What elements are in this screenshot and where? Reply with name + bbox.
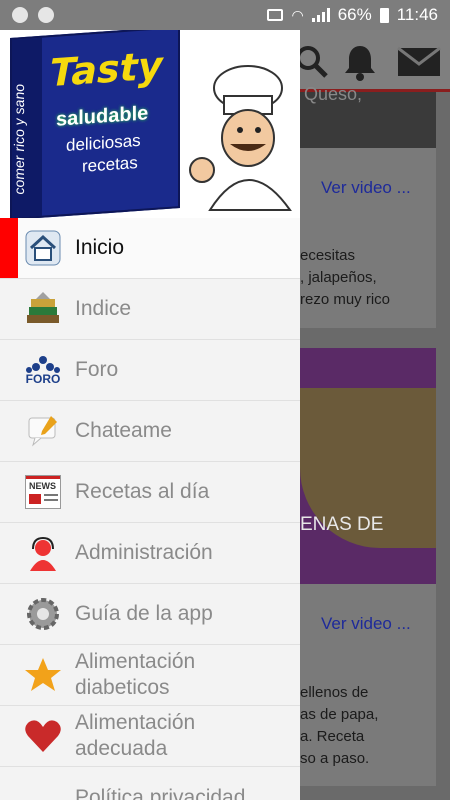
menu-item-chateame[interactable]: Chateame	[0, 401, 300, 462]
support-icon	[24, 534, 62, 572]
card2-text: ellenos de as de papa, a. Receta so a pa…	[300, 684, 379, 767]
menu-item-inicio[interactable]: Inicio	[0, 218, 300, 279]
menu-item-foro[interactable]: FORO Foro	[0, 340, 300, 401]
menu-label-alimentacion-adecuada: Alimentación adecuada	[75, 711, 196, 760]
bell-icon[interactable]	[340, 42, 380, 82]
menu-item-alimentacion-diabeticos[interactable]: Alimentación diabeticos	[0, 645, 300, 706]
menu-label-foro: Foro	[75, 358, 119, 381]
card1-title-fragment: Queso,	[304, 84, 363, 104]
menu-label-guia-app: Guía de la app	[75, 602, 213, 625]
gear-icon	[24, 595, 62, 633]
menu-label-chateame: Chateame	[75, 419, 172, 442]
menu-item-indice[interactable]: Indice	[0, 279, 300, 340]
card2-title-fragment: ENAS DE	[300, 514, 384, 535]
video-link-1[interactable]: Ver video ...	[321, 178, 411, 198]
signal-icon	[311, 8, 330, 22]
menu-label-recetas-al-dia: Recetas al día	[75, 480, 210, 503]
forum-icon: FORO	[24, 351, 62, 389]
cookbook-logo: comer rico y sano Tasty saludable delici…	[10, 30, 180, 218]
navigation-drawer: comer rico y sano Tasty saludable delici…	[0, 30, 300, 800]
chat-icon	[24, 412, 62, 450]
battery-percent: 66%	[337, 5, 372, 24]
heart-icon	[24, 717, 62, 755]
battery-icon	[379, 7, 389, 23]
menu-item-guia-app[interactable]: Guía de la app	[0, 584, 300, 645]
active-indicator	[0, 218, 18, 278]
news-icon: NEWS	[24, 473, 62, 511]
star-icon	[24, 656, 62, 694]
menu-item-administracion[interactable]: Administración	[0, 523, 300, 584]
menu-label-inicio: Inicio	[75, 236, 125, 259]
mail-icon[interactable]	[396, 42, 442, 82]
clock: 11:46	[396, 5, 438, 24]
books-icon	[24, 290, 62, 328]
menu-item-recetas-al-dia[interactable]: NEWS Recetas al día	[0, 462, 300, 523]
menu-item-politica-privacidad[interactable]: Política privacidad	[0, 767, 300, 800]
menu-label-politica-privacidad: Política privacidad	[75, 786, 246, 800]
drawer-header: comer rico y sano Tasty saludable delici…	[0, 30, 300, 218]
video-link-2[interactable]: Ver video ...	[321, 614, 411, 634]
drawer-menu: Inicio Indice FORO Foro Chateame NEWS Re…	[0, 218, 300, 800]
video-thumbnail-1[interactable]: Queso,	[300, 84, 436, 148]
home-icon	[24, 229, 62, 267]
menu-label-alimentacion-diabeticos: Alimentación diabeticos	[75, 650, 196, 699]
menu-label-indice: Indice	[75, 297, 132, 320]
wifi-icon: ◠	[291, 6, 304, 23]
cast-icon	[267, 9, 284, 21]
chef-illustration	[189, 65, 292, 211]
card1-text: ecesitas , jalapeños, rezo muy rico	[300, 247, 391, 308]
app-bar	[296, 30, 450, 92]
status-bar: ◠ 66% 11:46	[0, 0, 450, 30]
app-notification-icon-2	[38, 7, 54, 23]
app-notification-icon	[12, 7, 28, 23]
menu-item-alimentacion-adecuada[interactable]: Alimentación adecuada	[0, 706, 300, 767]
video-thumbnail-2[interactable]: ENAS DE	[300, 348, 436, 584]
menu-label-administracion: Administración	[75, 541, 213, 564]
